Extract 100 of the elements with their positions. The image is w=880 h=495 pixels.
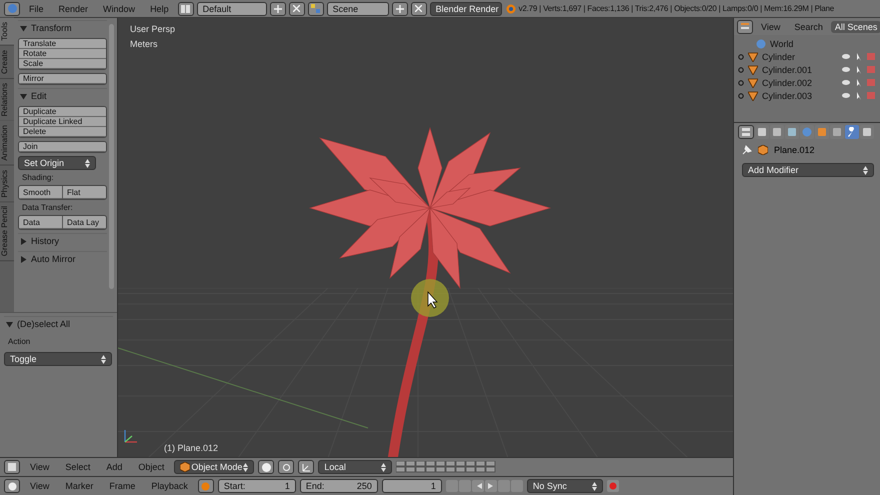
axis-gizmo-icon: [124, 429, 138, 443]
tool-button[interactable]: Scale: [19, 59, 106, 69]
tool-button[interactable]: Smooth: [19, 186, 62, 199]
expand-icon[interactable]: [738, 92, 744, 98]
tool-tab[interactable]: Create: [0, 46, 14, 79]
panel-title[interactable]: Auto Mirror: [31, 254, 76, 264]
current-frame-field[interactable]: 1: [382, 479, 442, 493]
end-frame-field[interactable]: End: 250: [300, 479, 378, 493]
collapse-icon[interactable]: [20, 24, 27, 32]
start-frame-field[interactable]: Start: 1: [218, 479, 296, 493]
visibility-icons[interactable]: [842, 91, 876, 100]
tool-button[interactable]: Duplicate Linked: [19, 117, 106, 127]
menu-item[interactable]: Frame: [103, 481, 142, 491]
panel-title[interactable]: Edit: [31, 91, 47, 101]
info-icon[interactable]: [4, 2, 20, 16]
modifiers-icon: [847, 127, 857, 137]
scene-stats: v2.79 | Verts:1,697 | Faces:1,136 | Tris:2,476 | Objects:0/20 | Lamps:0/0 | Mem:16.29M | Plane: [518, 4, 834, 13]
menu-item[interactable]: View: [24, 481, 56, 491]
playback-controls-icon[interactable]: [446, 480, 523, 492]
close-button[interactable]: [288, 2, 305, 16]
menu-item[interactable]: Help: [144, 4, 175, 14]
tool-tab[interactable]: Relations: [0, 78, 14, 122]
add-button[interactable]: [270, 2, 286, 16]
expand-icon[interactable]: [738, 54, 744, 60]
expand-icon[interactable]: [20, 256, 27, 262]
field-label: Action: [7, 337, 32, 346]
panel-title[interactable]: Transform: [31, 23, 72, 33]
tool-button[interactable]: Flat: [63, 186, 106, 199]
add-button[interactable]: [392, 2, 408, 16]
sync-dropdown[interactable]: No Sync: [526, 479, 603, 493]
menu-item[interactable]: Window: [97, 4, 142, 14]
globe-icon: [756, 38, 766, 48]
visibility-icons[interactable]: [842, 78, 876, 87]
outliner-item[interactable]: Cylinder: [762, 52, 838, 62]
panel-title[interactable]: (De)select All: [17, 319, 70, 329]
dropdown[interactable]: Set Origin: [18, 156, 96, 170]
tool-button[interactable]: Delete: [19, 127, 106, 137]
outliner-item[interactable]: Cylinder.001: [762, 64, 838, 74]
pin-icon[interactable]: [742, 145, 752, 155]
outliner-icon[interactable]: [737, 20, 753, 34]
manipulator-icon[interactable]: [298, 460, 314, 474]
layout-icon[interactable]: [178, 2, 194, 16]
menu-item[interactable]: Object: [132, 462, 170, 472]
arrows-icon: [101, 354, 106, 364]
orientation-dropdown[interactable]: Local: [318, 460, 392, 474]
expand-icon[interactable]: [738, 66, 744, 72]
render-engine-dropdown[interactable]: Blender Render: [430, 2, 502, 16]
expand-icon[interactable]: [738, 80, 744, 86]
menu-item[interactable]: File: [23, 4, 50, 14]
pivot-icon[interactable]: [278, 460, 294, 474]
menu-item[interactable]: Select: [59, 462, 96, 472]
menu-item[interactable]: Marker: [59, 481, 100, 491]
tool-button[interactable]: Data: [19, 216, 62, 229]
menu-item[interactable]: View: [24, 462, 56, 472]
layout-field[interactable]: Default: [196, 2, 267, 16]
tool-button[interactable]: Join: [19, 142, 106, 152]
menu-item[interactable]: Search: [788, 22, 829, 32]
tool-button[interactable]: Data Lay: [63, 216, 106, 229]
properties-tab[interactable]: [860, 125, 874, 139]
panel-title[interactable]: History: [31, 236, 60, 246]
outliner-item[interactable]: Cylinder.002: [762, 78, 838, 88]
close-button[interactable]: [410, 2, 427, 16]
visibility-icons[interactable]: [842, 52, 876, 61]
cube-icon: [180, 462, 190, 472]
mode-dropdown[interactable]: Object Mode: [174, 460, 254, 474]
menu-item[interactable]: Render: [52, 4, 94, 14]
action-dropdown[interactable]: Toggle: [4, 352, 112, 366]
section-label: Shading:: [21, 173, 55, 182]
properties-tab[interactable]: [845, 125, 859, 139]
collapse-icon[interactable]: [20, 92, 27, 100]
properties-icon[interactable]: [738, 125, 754, 139]
arrows-icon: [592, 482, 597, 490]
plus-icon: [396, 4, 404, 12]
layers-grid-icon[interactable]: [396, 461, 496, 473]
units-label: Meters: [130, 39, 158, 49]
expand-icon[interactable]: [20, 238, 27, 244]
menu-item[interactable]: Playback: [145, 481, 194, 491]
scope-selector[interactable]: All Scenes: [830, 20, 880, 32]
scrollbar[interactable]: [109, 24, 114, 289]
properties-tab[interactable]: [770, 125, 784, 139]
visibility-icons[interactable]: [842, 65, 876, 74]
outliner-item[interactable]: Cylinder.003: [762, 90, 838, 100]
outliner-item[interactable]: World: [770, 38, 876, 48]
tool-button[interactable]: Mirror: [19, 74, 106, 84]
add-modifier-dropdown[interactable]: Add Modifier: [742, 163, 874, 177]
tool-tab[interactable]: Grease Pencil: [0, 202, 14, 262]
properties-tab[interactable]: [785, 125, 799, 139]
scene-field[interactable]: Scene: [326, 2, 389, 16]
tool-button[interactable]: Duplicate: [19, 107, 106, 117]
menu-item[interactable]: View: [755, 22, 786, 32]
editor-type-icon[interactable]: [4, 460, 20, 474]
collapse-icon[interactable]: [6, 320, 13, 328]
cursor-highlight-icon: [410, 278, 450, 318]
tool-tab[interactable]: Tools: [0, 18, 14, 46]
shading-icon[interactable]: [258, 460, 274, 474]
tool-button[interactable]: Translate: [19, 39, 106, 49]
menu-item[interactable]: Add: [100, 462, 128, 472]
cube-icon: [758, 145, 768, 155]
tool-button[interactable]: Rotate: [19, 49, 106, 59]
properties-tab[interactable]: [830, 125, 844, 139]
